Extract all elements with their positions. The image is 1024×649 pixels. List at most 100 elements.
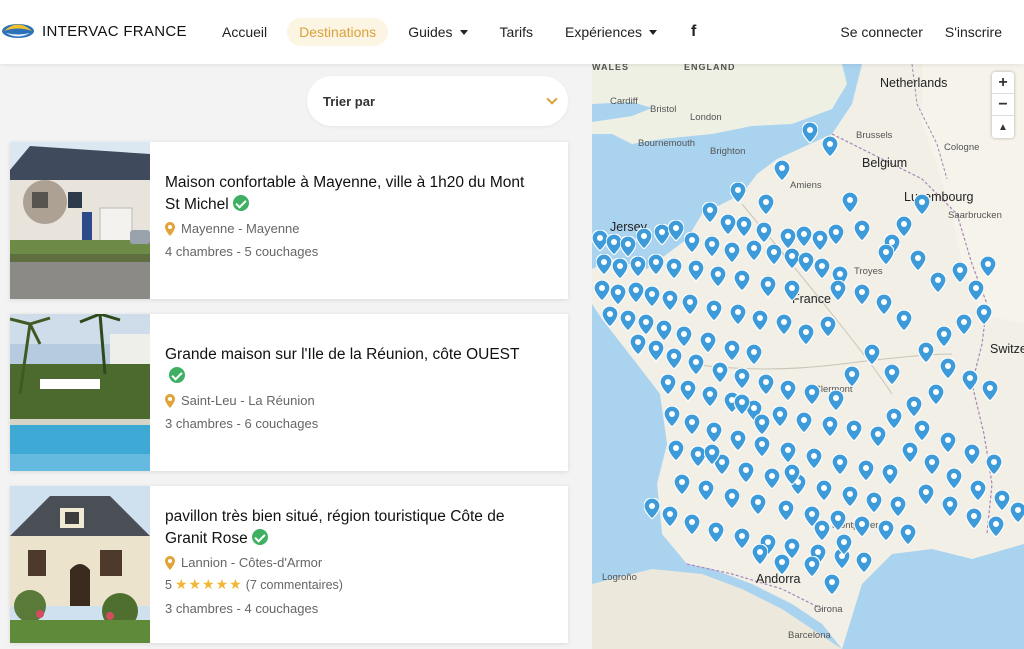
map-pin-icon[interactable] <box>886 408 902 429</box>
map-pin-icon[interactable] <box>780 380 796 401</box>
map-pin-icon[interactable] <box>804 384 820 405</box>
map-pin-icon[interactable] <box>778 500 794 521</box>
map-pin-icon[interactable] <box>828 224 844 245</box>
map-pin-icon[interactable] <box>952 262 968 283</box>
signup-link[interactable]: S'inscrire <box>945 24 1002 40</box>
map-pin-icon[interactable] <box>784 464 800 485</box>
map-pin-icon[interactable] <box>644 286 660 307</box>
map-pin-icon[interactable] <box>754 414 770 435</box>
listings-map[interactable]: WALES ENGLAND Netherlands Cardiff Bristo… <box>592 64 1024 649</box>
map-pin-icon[interactable] <box>706 300 722 321</box>
map-pin-icon[interactable] <box>668 440 684 461</box>
zoom-out-button[interactable]: − <box>992 94 1014 116</box>
reset-north-button[interactable]: ▲ <box>992 116 1014 138</box>
map-pin-icon[interactable] <box>766 244 782 265</box>
map-pin-icon[interactable] <box>876 294 892 315</box>
map-pin-icon[interactable] <box>940 358 956 379</box>
map-pin-icon[interactable] <box>684 514 700 535</box>
map-pin-icon[interactable] <box>628 282 644 303</box>
map-pin-icon[interactable] <box>676 326 692 347</box>
map-pin-icon[interactable] <box>734 394 750 415</box>
map-pin-icon[interactable] <box>750 494 766 515</box>
listing-photo[interactable] <box>10 486 150 643</box>
map-pin-icon[interactable] <box>736 216 752 237</box>
map-pin-icon[interactable] <box>620 310 636 331</box>
map-pin-icon[interactable] <box>864 344 880 365</box>
login-link[interactable]: Se connecter <box>840 24 923 40</box>
map-pin-icon[interactable] <box>812 230 828 251</box>
map-pin-icon[interactable] <box>946 468 962 489</box>
map-pin-icon[interactable] <box>758 374 774 395</box>
map-pin-icon[interactable] <box>680 380 696 401</box>
map-pin-icon[interactable] <box>982 380 998 401</box>
map-pin-icon[interactable] <box>702 202 718 223</box>
map-pin-icon[interactable] <box>976 304 992 325</box>
listing-title[interactable]: pavillon très bien situé, région tourist… <box>165 506 525 550</box>
map-pin-icon[interactable] <box>1010 502 1024 523</box>
map-pin-icon[interactable] <box>844 366 860 387</box>
map-pin-icon[interactable] <box>878 520 894 541</box>
map-pin-icon[interactable] <box>602 306 618 327</box>
map-pin-icon[interactable] <box>828 390 844 411</box>
map-pin-icon[interactable] <box>930 272 946 293</box>
map-pin-icon[interactable] <box>730 182 746 203</box>
map-pin-icon[interactable] <box>620 236 636 257</box>
map-pin-icon[interactable] <box>924 454 940 475</box>
map-pin-icon[interactable] <box>842 192 858 213</box>
map-pin-icon[interactable] <box>730 430 746 451</box>
map-pin-icon[interactable] <box>964 444 980 465</box>
map-pin-icon[interactable] <box>956 314 972 335</box>
map-pin-icon[interactable] <box>832 454 848 475</box>
listing-card[interactable]: Maison confortable à Mayenne, ville à 1h… <box>10 142 568 299</box>
map-pin-icon[interactable] <box>966 508 982 529</box>
map-pin-icon[interactable] <box>804 556 820 577</box>
map-pin-icon[interactable] <box>968 280 984 301</box>
zoom-in-button[interactable]: + <box>992 72 1014 94</box>
map-pin-icon[interactable] <box>796 412 812 433</box>
map-pin-icon[interactable] <box>854 516 870 537</box>
map-pin-icon[interactable] <box>754 436 770 457</box>
map-pin-icon[interactable] <box>746 240 762 261</box>
map-pin-icon[interactable] <box>918 484 934 505</box>
map-pin-icon[interactable] <box>842 486 858 507</box>
map-pin-icon[interactable] <box>882 464 898 485</box>
map-pin-icon[interactable] <box>936 326 952 347</box>
map-pin-icon[interactable] <box>662 290 678 311</box>
map-pin-icon[interactable] <box>668 220 684 241</box>
map-pin-icon[interactable] <box>610 284 626 305</box>
map-pin-icon[interactable] <box>630 256 646 277</box>
map-pin-icon[interactable] <box>986 454 1002 475</box>
map-pin-icon[interactable] <box>684 414 700 435</box>
map-pin-icon[interactable] <box>724 340 740 361</box>
map-pin-icon[interactable] <box>648 254 664 275</box>
map-pin-icon[interactable] <box>734 270 750 291</box>
map-pin-icon[interactable] <box>854 220 870 241</box>
map-pin-icon[interactable] <box>594 280 610 301</box>
map-pin-icon[interactable] <box>730 304 746 325</box>
map-pin-icon[interactable] <box>772 406 788 427</box>
map-pin-icon[interactable] <box>664 406 680 427</box>
map-pin-icon[interactable] <box>684 232 700 253</box>
nav-accueil[interactable]: Accueil <box>210 18 279 46</box>
map-pin-icon[interactable] <box>914 420 930 441</box>
map-pin-icon[interactable] <box>648 340 664 361</box>
map-pin-icon[interactable] <box>980 256 996 277</box>
map-pin-icon[interactable] <box>802 122 818 143</box>
listing-title[interactable]: Grande maison sur l'Ile de la Réunion, c… <box>165 344 525 388</box>
map-pin-icon[interactable] <box>994 490 1010 511</box>
map-pin-icon[interactable] <box>752 310 768 331</box>
map-pin-icon[interactable] <box>738 462 754 483</box>
map-pin-icon[interactable] <box>666 348 682 369</box>
map-pin-icon[interactable] <box>784 280 800 301</box>
map-pin-icon[interactable] <box>816 480 832 501</box>
map-pin-icon[interactable] <box>854 284 870 305</box>
map-pin-icon[interactable] <box>636 228 652 249</box>
sort-dropdown[interactable]: Trier par <box>307 76 568 126</box>
map-pin-icon[interactable] <box>656 320 672 341</box>
map-pin-icon[interactable] <box>734 528 750 549</box>
review-count[interactable]: (7 commentaires) <box>246 578 343 592</box>
map-pin-icon[interactable] <box>780 442 796 463</box>
map-pin-icon[interactable] <box>902 442 918 463</box>
map-pin-icon[interactable] <box>630 334 646 355</box>
map-pin-icon[interactable] <box>940 432 956 453</box>
